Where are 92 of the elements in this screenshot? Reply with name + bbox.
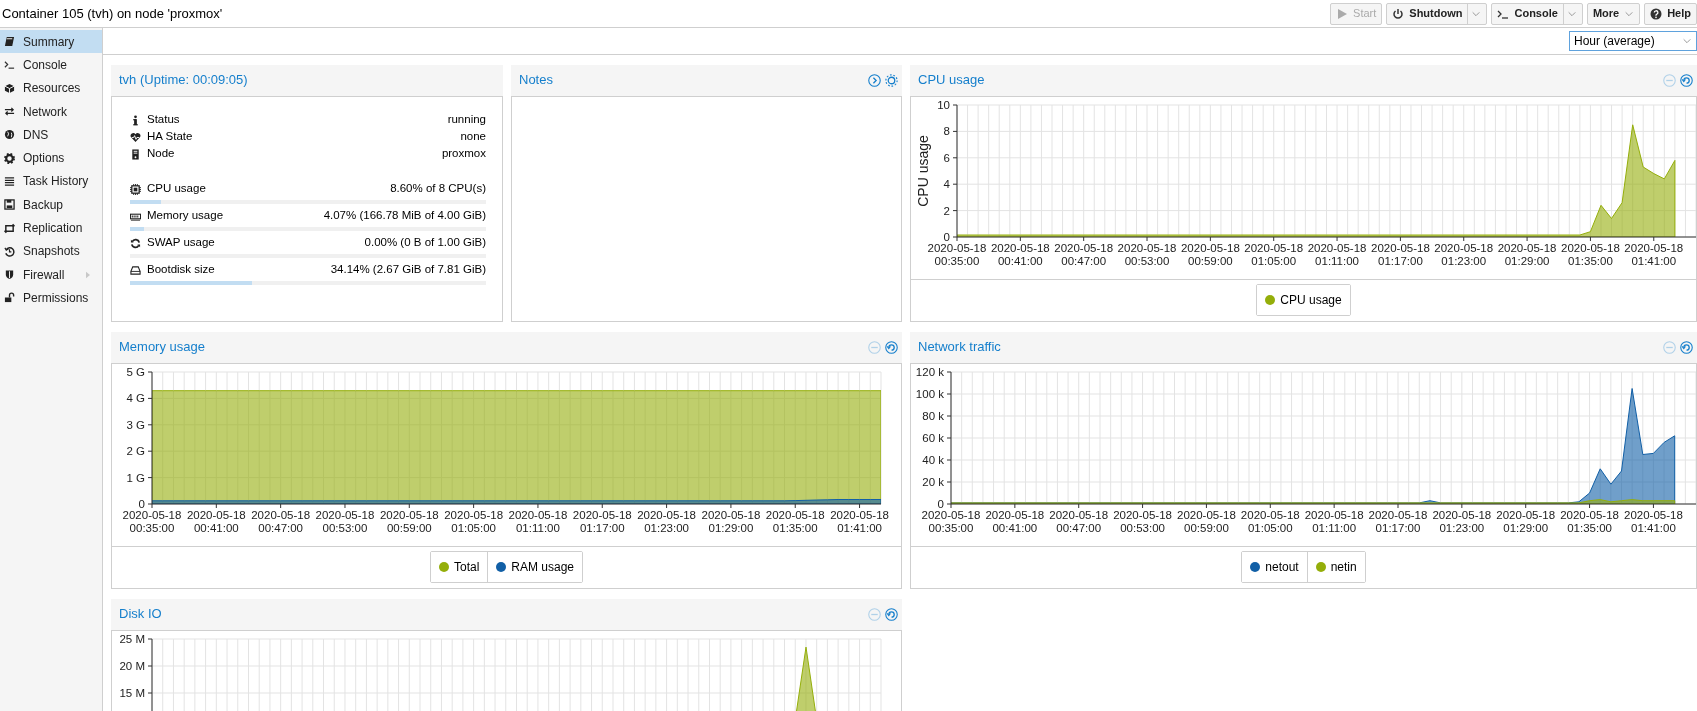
x-tick-label: 2020-05-18 01:05:00 xyxy=(1240,508,1300,534)
x-tick-label: 2020-05-18 00:41:00 xyxy=(186,508,246,534)
summary-label: Memory usage xyxy=(147,208,225,224)
y-tick-label: 8 xyxy=(943,124,950,137)
y-tick-label: 3 G xyxy=(126,418,145,431)
x-tick-label: 2020-05-18 00:35:00 xyxy=(921,508,981,534)
x-tick-label: 2020-05-18 01:41:00 xyxy=(1624,508,1683,534)
x-tick-label: 2020-05-18 01:11:00 xyxy=(1307,241,1367,267)
sidebar-label: Options xyxy=(23,150,66,168)
x-tick-label: 2020-05-18 01:05:00 xyxy=(1244,241,1304,267)
x-tick-label: 2020-05-18 01:41:00 xyxy=(1624,241,1684,267)
x-tick-label: 2020-05-18 01:29:00 xyxy=(1496,508,1556,534)
summary-value: 4.07% (166.78 MiB of 4.00 GiB) xyxy=(323,208,486,224)
x-tick-label: 2020-05-18 01:05:00 xyxy=(444,508,504,534)
x-tick-label: 2020-05-18 01:23:00 xyxy=(1434,241,1494,267)
x-tick-label: 2020-05-18 01:29:00 xyxy=(1497,241,1557,267)
y-tick-label: 4 xyxy=(943,177,950,190)
y-tick-label: 1 G xyxy=(126,471,145,484)
y-tick-label: 10 xyxy=(937,98,950,111)
x-tick-label: 2020-05-18 00:59:00 xyxy=(1180,241,1240,267)
y-tick-label: 100 k xyxy=(915,387,944,400)
summary-value: proxmox xyxy=(441,146,486,162)
x-tick-label: 2020-05-18 00:41:00 xyxy=(985,508,1045,534)
y-tick-label: 40 k xyxy=(922,453,944,466)
y-tick-label: 60 k xyxy=(922,431,944,444)
sidebar-label: DNS xyxy=(23,126,50,144)
x-tick-label: 2020-05-18 00:47:00 xyxy=(1054,241,1114,267)
x-tick-label: 2020-05-18 01:23:00 xyxy=(637,508,696,534)
x-tick-label: 2020-05-18 00:35:00 xyxy=(927,241,987,267)
sidebar-label: Task History xyxy=(23,173,90,191)
y-tick-label: 0 xyxy=(943,230,950,243)
y-axis-title: CPU usage xyxy=(915,134,931,207)
x-tick-label: 2020-05-18 01:23:00 xyxy=(1432,508,1492,534)
y-tick-label: 120 k xyxy=(915,365,944,378)
sidebar-label: Resources xyxy=(23,80,82,98)
sidebar-label: Network xyxy=(23,103,68,121)
panel-title: Network traffic xyxy=(918,338,1001,357)
sidebar-label: Firewall xyxy=(23,266,66,284)
x-tick-label: 2020-05-18 01:11:00 xyxy=(508,508,568,534)
summary-label: SWAP usage xyxy=(147,235,216,251)
summary-label: Status xyxy=(147,112,181,128)
summary-value: running xyxy=(447,112,486,128)
panel-title: tvh (Uptime: 00:09:05) xyxy=(119,71,248,90)
sidebar-label: Snapshots xyxy=(23,243,81,261)
x-tick-label: 2020-05-18 00:59:00 xyxy=(379,508,439,534)
sidebar-label: Backup xyxy=(23,196,65,214)
y-tick-label: 25 M xyxy=(119,632,145,645)
x-tick-label: 2020-05-18 01:17:00 xyxy=(572,508,632,534)
x-tick-label: 2020-05-18 00:41:00 xyxy=(990,241,1050,267)
y-tick-label: 20 k xyxy=(922,475,944,488)
y-tick-label: 0 xyxy=(937,497,944,510)
sidebar-label: Replication xyxy=(23,220,84,237)
y-tick-label: 5 G xyxy=(126,365,145,378)
summary-label: Bootdisk size xyxy=(147,262,216,278)
x-tick-label: 2020-05-18 01:35:00 xyxy=(765,508,825,534)
x-tick-label: 2020-05-18 01:41:00 xyxy=(830,508,889,534)
x-tick-label: 2020-05-18 01:17:00 xyxy=(1368,508,1428,534)
y-tick-label: 80 k xyxy=(922,409,944,422)
y-tick-label: 2 xyxy=(943,204,950,217)
panel-title: Notes xyxy=(519,71,553,90)
window-title: Container 105 (tvh) on node 'proxmox' xyxy=(1,4,223,23)
y-tick-label: 20 M xyxy=(119,659,145,672)
x-tick-label: 2020-05-18 00:47:00 xyxy=(1049,508,1109,534)
y-tick-label: 4 G xyxy=(126,391,145,404)
x-tick-label: 2020-05-18 00:59:00 xyxy=(1177,508,1236,534)
y-tick-label: 15 M xyxy=(119,686,145,699)
summary-label: HA State xyxy=(147,129,194,145)
summary-value: none xyxy=(460,129,486,145)
panel-title: CPU usage xyxy=(918,71,985,90)
y-tick-label: 0 xyxy=(138,497,145,510)
y-tick-label: 6 xyxy=(943,151,950,164)
x-tick-label: 2020-05-18 00:53:00 xyxy=(1113,508,1172,534)
x-tick-label: 2020-05-18 01:29:00 xyxy=(701,508,761,534)
x-tick-label: 2020-05-18 01:35:00 xyxy=(1560,508,1619,534)
summary-value: 34.14% (2.67 GiB of 7.81 GiB) xyxy=(330,262,486,278)
sidebar-label: Console xyxy=(23,56,69,74)
x-tick-label: 2020-05-18 00:53:00 xyxy=(1117,241,1177,267)
summary-label: Node xyxy=(147,146,176,162)
summary-label: CPU usage xyxy=(147,181,207,197)
x-tick-label: 2020-05-18 00:47:00 xyxy=(251,508,311,534)
sidebar-label: Summary xyxy=(23,33,76,51)
summary-value: 0.00% (0 B of 1.00 GiB) xyxy=(364,235,486,251)
x-tick-label: 2020-05-18 00:35:00 xyxy=(122,508,182,534)
sidebar-label: Permissions xyxy=(23,289,90,307)
x-tick-label: 2020-05-18 01:11:00 xyxy=(1304,508,1364,534)
summary-value: 8.60% of 8 CPU(s) xyxy=(390,181,486,197)
panel-title: Memory usage xyxy=(119,338,205,357)
panel-title: Disk IO xyxy=(119,605,162,624)
x-tick-label: 2020-05-18 01:17:00 xyxy=(1371,241,1430,267)
x-tick-label: 2020-05-18 00:53:00 xyxy=(315,508,375,534)
y-tick-label: 2 G xyxy=(126,444,145,457)
x-tick-label: 2020-05-18 01:35:00 xyxy=(1561,241,1620,267)
